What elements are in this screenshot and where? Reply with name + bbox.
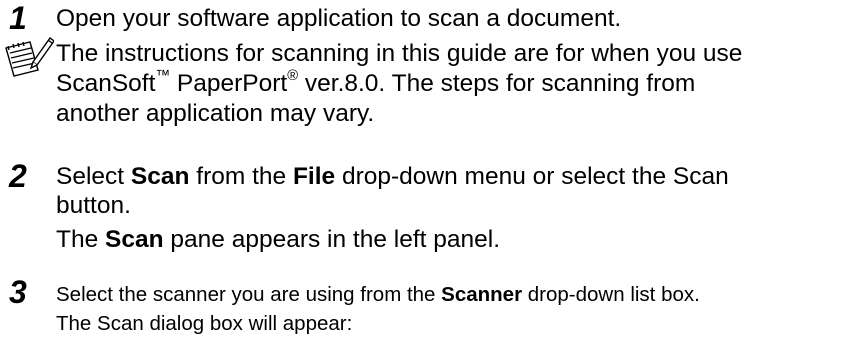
step-2-line-1: Select Scan from the File drop-down menu…	[56, 163, 729, 190]
note-pencil-icon	[0, 34, 55, 80]
manual-page: 1 Open your software application to scan…	[0, 0, 863, 347]
step-1-text: Open your software application to scan a…	[56, 5, 622, 32]
step-2-line-2: button.	[56, 192, 131, 219]
note-line-1: The instructions for scanning in this gu…	[56, 40, 743, 67]
note-line-2: ScanSoft™ PaperPort® ver.8.0. The steps …	[56, 67, 696, 97]
step-3-number: 3	[9, 274, 27, 310]
note-line-3: another application may vary.	[56, 100, 375, 127]
step-2-number: 2	[9, 158, 27, 194]
step-3-line-1: Select the scanner you are using from th…	[56, 283, 700, 306]
step-2-line-3: The Scan pane appears in the left panel.	[56, 226, 501, 253]
step-1-number: 1	[9, 0, 27, 36]
step-3-line-2: The Scan dialog box will appear:	[56, 312, 353, 335]
